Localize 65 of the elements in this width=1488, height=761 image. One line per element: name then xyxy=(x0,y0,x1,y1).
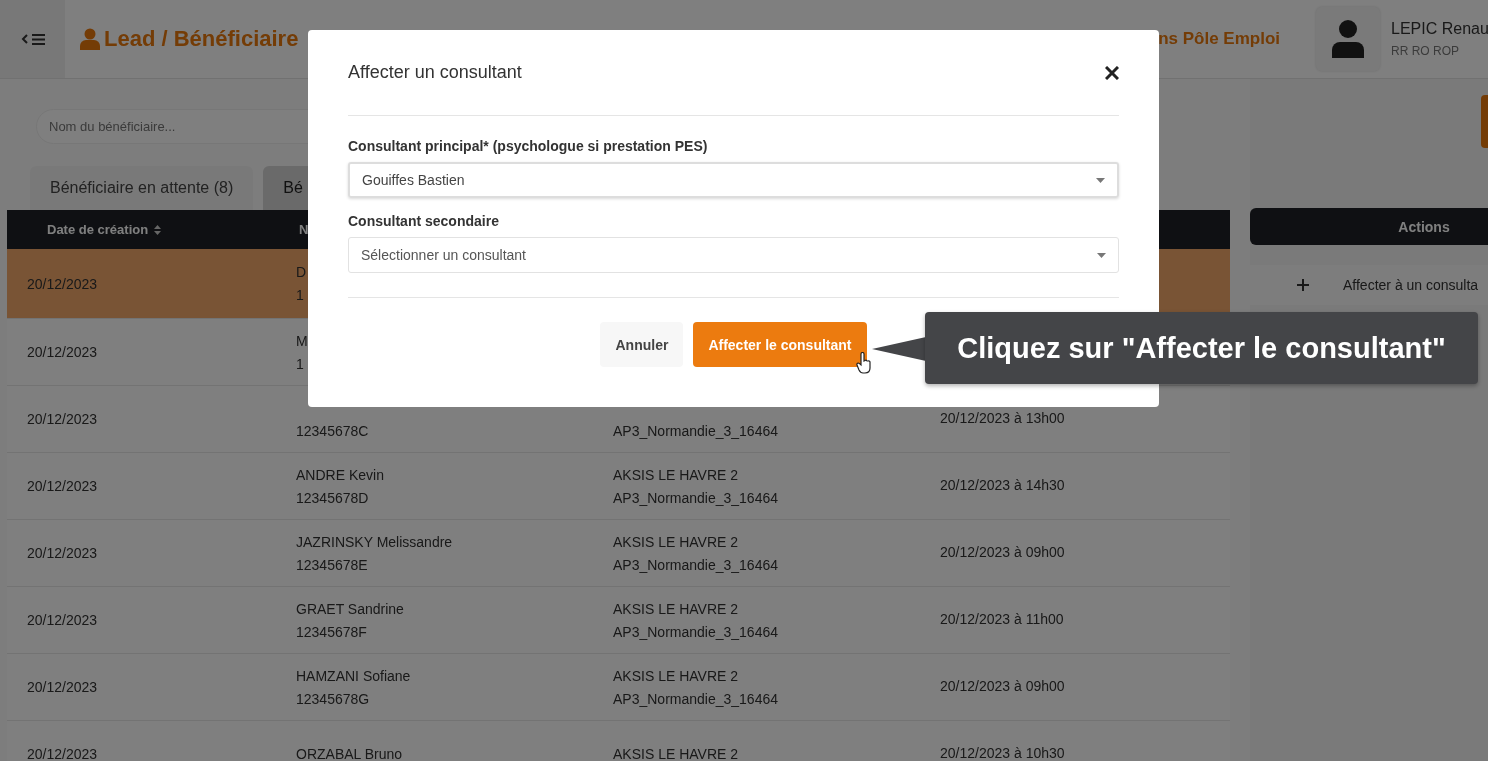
column-header[interactable]: Date de création xyxy=(27,222,149,237)
table-cell: 20/12/2023 xyxy=(27,344,98,360)
field-label: Consultant secondaire xyxy=(348,213,500,229)
table-cell-text: 12345678F xyxy=(296,623,368,640)
avatar[interactable] xyxy=(1316,7,1380,71)
dropdown-caret-icon xyxy=(1096,177,1105,183)
dialog-title: Affecter un consultant xyxy=(348,62,522,83)
table-cell-text: ORZABAL Bruno xyxy=(296,746,404,761)
table-cell-text: AP3_Normandie_3_16464 xyxy=(613,489,779,506)
table-cell-text: 12345678C xyxy=(296,422,370,439)
table-cell-text: D xyxy=(296,264,308,280)
hand-cursor-icon xyxy=(856,352,872,374)
tab[interactable]: Bénéficiaire en attente (8) xyxy=(30,166,254,210)
user-name: LEPIC Renau xyxy=(1391,20,1488,38)
table-cell: 20/12/2023 à 13h00 xyxy=(940,410,1065,426)
table-cell-text: AKSIS LE HAVRE 2 xyxy=(613,533,739,550)
table-cell: 20/12/2023 à 14h30 xyxy=(940,477,1065,493)
callout: Cliquez sur "Affecter le consultant" xyxy=(925,312,1478,384)
table-cell-text: AP3_Normandie_3_16464 xyxy=(613,422,779,439)
cancel-button[interactable]: Annuler xyxy=(600,322,684,367)
table-cell-text: 12345678D xyxy=(296,489,370,506)
back-icon[interactable] xyxy=(20,34,28,44)
table-cell: 20/12/2023 à 11h00 xyxy=(940,611,1064,627)
table-cell-text: AKSIS LE HAVRE 2 xyxy=(613,600,739,617)
table-cell-text: 1 xyxy=(296,355,305,372)
plus-icon xyxy=(1297,279,1309,291)
page-title: Lead / Bénéficiaire xyxy=(104,26,299,52)
table-cell-text: AP3_Normandie_3_16464 xyxy=(613,690,779,707)
table-cell: 20/12/2023 à 09h00 xyxy=(940,544,1065,560)
close-icon[interactable] xyxy=(1105,65,1119,80)
table-cell-text: ANDRE Kevin xyxy=(296,466,385,483)
table-cell-text: 12345678E xyxy=(296,556,369,573)
table-cell-text: JAZRINSKY Melissandre xyxy=(296,533,454,550)
table-cell-text: 12345678G xyxy=(296,690,371,707)
table-cell: 20/12/2023 xyxy=(27,746,98,761)
table-cell-text: GRAET Sandrine xyxy=(296,600,405,617)
menu-icon[interactable] xyxy=(31,33,45,45)
assign-button[interactable]: Affecter le consultant xyxy=(693,322,867,367)
table-cell: 20/12/2023 à 10h30 xyxy=(940,745,1065,761)
table-cell: 20/12/2023 à 09h00 xyxy=(940,678,1065,694)
table-cell: 20/12/2023 xyxy=(27,411,98,427)
person-icon xyxy=(1332,20,1364,58)
dropdown-caret-icon xyxy=(1097,252,1106,258)
user-role: RR RO ROP xyxy=(1391,44,1460,58)
user-icon xyxy=(80,28,100,50)
table-cell-text: AKSIS LE HAVRE 2 xyxy=(613,466,739,483)
table-cell-text: AKSIS LE HAVRE 2 xyxy=(613,667,739,684)
table-cell: 20/12/2023 xyxy=(27,612,98,628)
table-cell: 20/12/2023 xyxy=(27,679,98,695)
actions-header: Actions xyxy=(1250,208,1488,245)
table-cell-text: HAMZANI Sofiane xyxy=(296,667,412,684)
sort-icon[interactable] xyxy=(154,224,162,235)
select-field[interactable]: Gouiffes Bastien xyxy=(348,162,1119,198)
table-cell-text: AKSIS LE HAVRE 2 xyxy=(613,746,739,761)
table-cell-text: M xyxy=(296,332,309,349)
table-cell-text: AP3_Normandie_3_16464 xyxy=(613,623,779,640)
select-field[interactable]: Sélectionner un consultant xyxy=(348,237,1119,273)
table-cell: 20/12/2023 xyxy=(27,275,98,292)
table-cell-text: AP3_Normandie_3_16464 xyxy=(613,556,779,573)
field-label: Consultant principal* (psychologue si prestation PES) xyxy=(348,138,709,154)
callout-pointer xyxy=(872,335,926,363)
table-cell-text: 1 xyxy=(296,287,305,303)
program-title: ns Pôle Emploi xyxy=(1158,29,1280,49)
table-cell: 20/12/2023 xyxy=(27,545,98,561)
table-cell: 20/12/2023 xyxy=(27,478,98,494)
